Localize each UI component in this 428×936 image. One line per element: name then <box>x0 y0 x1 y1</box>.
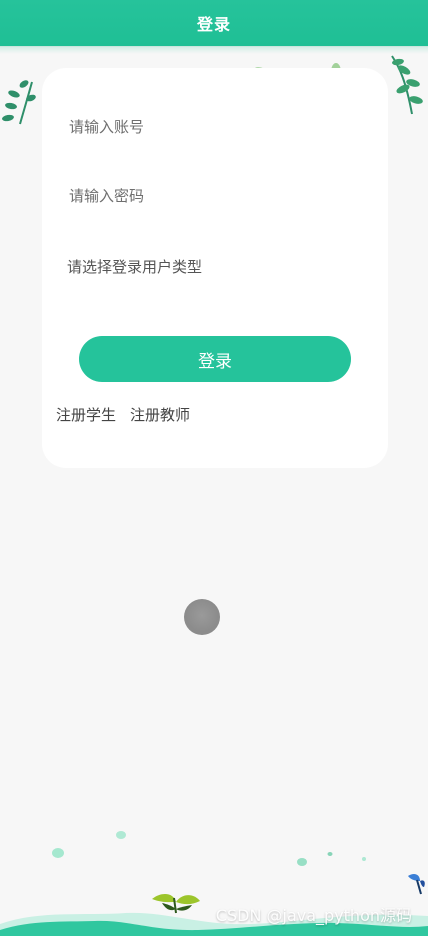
butterfly-icon <box>152 893 200 914</box>
password-input[interactable] <box>67 186 367 206</box>
user-type-placeholder: 请选择登录用户类型 <box>67 257 203 276</box>
header-shadow <box>0 46 428 54</box>
watermark-text: CSDN @java_python源码 <box>215 906 412 925</box>
loading-spinner-icon <box>184 599 220 635</box>
user-type-select[interactable]: 请选择登录用户类型 <box>67 246 367 286</box>
page-title: 登录 <box>196 15 231 34</box>
register-teacher-link[interactable]: 注册教师 <box>130 404 190 425</box>
account-field[interactable] <box>67 107 367 147</box>
app-header: 登录 <box>0 0 428 46</box>
password-field[interactable] <box>67 176 367 216</box>
login-button[interactable]: 登录 <box>79 336 351 382</box>
account-input[interactable] <box>67 117 367 137</box>
butterfly-icon <box>408 873 425 895</box>
leaf-icon <box>2 80 36 125</box>
login-card: 请选择登录用户类型 登录 注册学生 注册教师 <box>42 68 388 468</box>
register-student-link[interactable]: 注册学生 <box>56 404 116 425</box>
register-links: 注册学生 注册教师 <box>56 404 190 425</box>
